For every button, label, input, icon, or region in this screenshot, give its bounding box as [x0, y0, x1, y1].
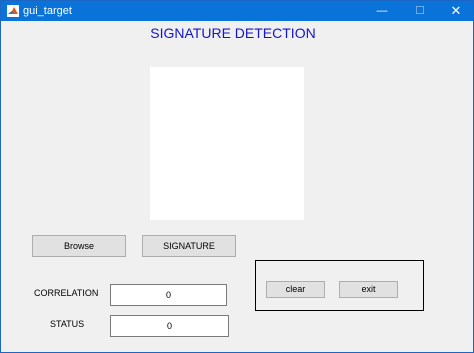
- image-preview-area: [150, 67, 304, 220]
- close-button[interactable]: ✕: [438, 1, 474, 21]
- matlab-icon: [7, 5, 19, 17]
- correlation-field[interactable]: 0: [110, 284, 227, 306]
- status-label: STATUS: [50, 319, 85, 329]
- correlation-label: CORRELATION: [34, 288, 99, 298]
- status-field[interactable]: 0: [110, 315, 229, 337]
- app-window: gui_target — ☐ ✕ SIGNATURE DETECTION Bro…: [0, 0, 474, 353]
- page-title: SIGNATURE DETECTION: [150, 25, 316, 41]
- title-bar[interactable]: gui_target — ☐ ✕: [1, 1, 473, 21]
- browse-button[interactable]: Browse: [32, 235, 126, 257]
- clear-button[interactable]: clear: [266, 281, 325, 298]
- signature-button[interactable]: SIGNATURE: [142, 235, 236, 257]
- control-panel: clear exit: [255, 260, 424, 311]
- minimize-button[interactable]: —: [364, 1, 400, 21]
- exit-button[interactable]: exit: [339, 281, 398, 298]
- window-title: gui_target: [23, 5, 72, 17]
- maximize-button[interactable]: ☐: [402, 1, 438, 21]
